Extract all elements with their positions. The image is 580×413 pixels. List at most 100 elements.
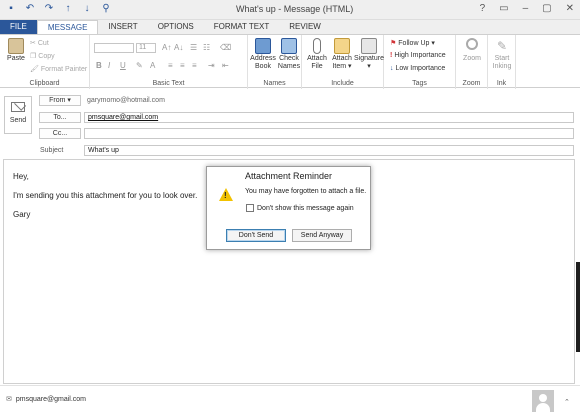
tab-insert[interactable]: INSERT [98,20,147,34]
send-anyway-button[interactable]: Send Anyway [292,229,352,242]
zoom-group: Zoom Zoom [456,35,488,89]
ink-label: Ink [496,80,507,87]
shrink-font-icon[interactable]: A↓ [174,43,183,52]
paperclip-icon [313,38,321,54]
maximize-icon[interactable]: ▢ [542,3,551,14]
quick-access-toolbar: ▪ ↶ ↷ ↑ ↓ ⚲ [6,3,111,14]
check-names-button[interactable]: Check Names [276,38,302,71]
ribbon-display-icon[interactable]: ▭ [499,3,508,14]
address-book-button[interactable]: Address Book [250,38,276,71]
tab-format-text[interactable]: FORMAT TEXT [204,20,280,34]
body-line-text: I'm sending you this attachment for you … [13,191,198,200]
clipboard-group: Paste ✂ Cut ❐ Copy 🖌 Format Painter Clipboa… [0,35,90,89]
attach-icon[interactable]: ⚲ [101,3,111,14]
outdent-icon[interactable]: ⇤ [222,61,229,70]
attach-item-button[interactable]: Attach Item ▾ [329,38,355,71]
send-envelope-icon [11,102,25,112]
expand-people-pane-icon[interactable]: ⌃ [564,398,570,406]
save-icon[interactable]: ▪ [6,3,16,14]
address-book-icon [255,38,271,54]
title-bar: ▪ ↶ ↷ ↑ ↓ ⚲ What's up - Message (HTML) ?… [0,0,580,20]
up-icon[interactable]: ↑ [63,3,73,14]
tab-message[interactable]: MESSAGE [36,20,99,34]
align-center-icon[interactable]: ≡ [180,61,185,70]
window-controls: ? ▭ – ▢ ✕ [480,3,574,14]
dont-send-button[interactable]: Don't Send [226,229,286,242]
names-label: Names [263,80,286,87]
dialog-message: You may have forgotten to attach a file. [245,188,367,195]
format-painter-button[interactable]: 🖌 Format Painter [30,65,87,74]
tab-options[interactable]: OPTIONS [148,20,204,34]
cc-field[interactable] [84,128,574,139]
from-value: garymomo@hotmail.com [87,97,165,104]
start-inking-button[interactable]: ✎ Start Inking [489,38,515,71]
align-left-icon[interactable]: ≡ [168,61,173,70]
flag-icon: ⚑ [390,40,397,47]
clear-format-icon[interactable]: ⌫ [220,43,231,52]
italic-button[interactable]: I [108,61,110,70]
tags-label: Tags [412,80,427,87]
account-indicator: ✉ pmsquare@gmail.com [6,395,87,404]
underline-button[interactable]: U [120,61,126,70]
align-right-icon[interactable]: ≡ [192,61,197,70]
font-color-icon[interactable]: A [150,61,155,70]
undo-icon[interactable]: ↶ [25,3,35,14]
send-button[interactable]: Send [4,96,32,134]
paste-button[interactable]: Paste [3,38,29,63]
font-name-box[interactable] [94,43,134,53]
bullets-icon[interactable]: ☰ [190,43,197,52]
checkbox-box[interactable] [246,204,254,212]
numbering-icon[interactable]: ☷ [203,43,210,52]
signature-button[interactable]: Signature ▾ [354,38,384,71]
subject-label: Subject [40,147,64,154]
font-size-box[interactable]: 11 [136,43,156,53]
to-recipient[interactable]: pmsquare@gmail.com [88,114,158,121]
indent-icon[interactable]: ⇥ [208,61,215,70]
help-icon[interactable]: ? [480,3,486,14]
warning-exclamation-icon: ! [224,191,227,200]
low-importance-button[interactable]: ↓ Low Importance [390,65,445,72]
window-title: What's up - Message (HTML) [236,4,354,14]
ink-group: ✎ Start Inking Ink [488,35,516,89]
grow-font-icon[interactable]: A↑ [162,43,171,52]
high-importance-button[interactable]: ! High Importance [390,52,446,59]
attach-file-button[interactable]: Attach File [304,38,330,71]
tab-review[interactable]: REVIEW [279,20,331,34]
check-names-icon [281,38,297,54]
dialog-title: Attachment Reminder [244,171,333,181]
exclamation-icon: ! [390,52,393,59]
close-icon[interactable]: ✕ [566,3,574,14]
dont-show-again-checkbox[interactable]: Don't show this message again [246,204,354,212]
person-head-icon [539,394,547,402]
names-group: Address Book Check Names Names [248,35,302,89]
copy-button[interactable]: ❐ Copy [30,52,55,61]
tags-group: ⚑ Follow Up ▾ ! High Importance ↓ Low Impor… [384,35,456,89]
body-line-signature: Gary [13,210,31,219]
minimize-icon[interactable]: – [523,3,529,14]
redo-icon[interactable]: ↷ [44,3,54,14]
copy-icon: ❐ [30,53,37,60]
bold-button[interactable]: B [96,61,102,70]
person-body-icon [536,403,550,412]
cut-button[interactable]: ✂ Cut [30,39,49,48]
envelope-icon [334,38,350,54]
down-icon[interactable]: ↓ [82,3,92,14]
to-button[interactable]: To... [39,112,81,123]
follow-up-button[interactable]: ⚑ Follow Up ▾ [390,39,435,47]
scissors-icon: ✂ [30,40,36,47]
brush-icon: 🖌 [30,66,39,73]
account-icon: ✉ [6,396,12,403]
cc-button[interactable]: Cc... [39,128,81,139]
attachment-reminder-dialog: Attachment Reminder ! You may have forgo… [206,166,371,250]
subject-field[interactable]: What's up [84,145,574,156]
highlight-icon[interactable]: ✎ [136,61,143,70]
zoom-label: Zoom [462,80,481,87]
status-bar: ✉ pmsquare@gmail.com ⌃ [0,385,580,413]
to-field[interactable]: pmsquare@gmail.com [84,112,574,123]
contact-photo[interactable] [532,390,554,412]
down-arrow-icon: ↓ [390,65,394,72]
background-window-edge [576,262,580,352]
zoom-button[interactable]: Zoom [459,38,485,63]
from-button[interactable]: From ▾ [39,95,81,106]
tab-file[interactable]: FILE [0,20,37,34]
